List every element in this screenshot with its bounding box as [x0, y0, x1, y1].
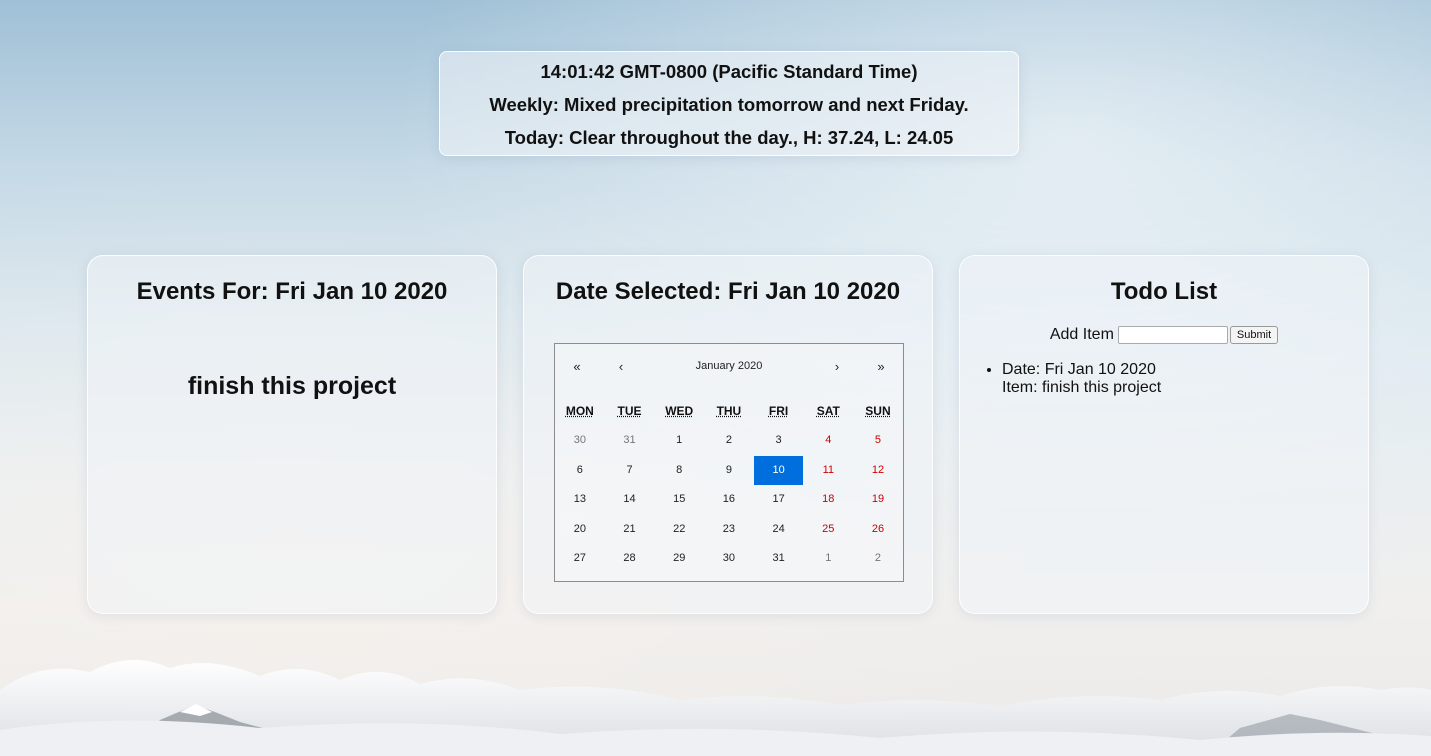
weekday-label: SUN	[865, 404, 891, 418]
calendar-month-label[interactable]: January 2020	[643, 360, 815, 372]
calendar-day[interactable]: 29	[654, 544, 704, 574]
calendar-day[interactable]: 12	[853, 456, 903, 486]
calendar-widget: « ‹ January 2020 › » MON TUE WED THU FRI SAT S…	[554, 343, 904, 582]
calendar-day[interactable]: 16	[704, 485, 754, 515]
calendar-day[interactable]: 20	[555, 515, 605, 545]
calendar-day[interactable]: 24	[754, 515, 804, 545]
calendar-card: Date Selected: Fri Jan 10 2020 « ‹ Janua…	[523, 255, 933, 614]
submit-button[interactable]: Submit	[1229, 326, 1279, 344]
today-forecast: Today: Clear throughout the day., H: 37.…	[504, 127, 954, 148]
calendar-day[interactable]: 3	[754, 426, 804, 456]
todo-form: Add Item Submit	[960, 326, 1368, 344]
weekday-label: WED	[665, 404, 694, 418]
calendar-day[interactable]: 2	[704, 426, 754, 456]
calendar-day[interactable]: 26	[853, 515, 903, 545]
todo-item-date: Date: Fri Jan 10 2020	[1002, 361, 1156, 378]
weekday-label: TUE	[617, 404, 642, 418]
todo-item-text: Item: finish this project	[1002, 379, 1162, 396]
weather-info-panel: 14:01:42 GMT-0800 (Pacific Standard Time…	[439, 51, 1019, 156]
todo-list: Date: Fri Jan 10 2020Item: finish this p…	[960, 361, 1368, 397]
date-selected-title: Date Selected: Fri Jan 10 2020	[555, 278, 901, 305]
calendar-day[interactable]: 19	[853, 485, 903, 515]
calendar-day[interactable]: 30	[555, 426, 605, 456]
calendar-day[interactable]: 9	[704, 456, 754, 486]
calendar-day[interactable]: 28	[605, 544, 655, 574]
calendar-day[interactable]: 11	[803, 456, 853, 486]
calendar-day[interactable]: 22	[654, 515, 704, 545]
calendar-day[interactable]: 17	[754, 485, 804, 515]
calendar-day[interactable]: 21	[605, 515, 655, 545]
events-card: Events For: Fri Jan 10 2020 finish this …	[87, 255, 497, 614]
calendar-day[interactable]: 13	[555, 485, 605, 515]
weekday-label: SAT	[816, 404, 840, 418]
add-item-input[interactable]	[1117, 326, 1228, 344]
calendar-day[interactable]: 1	[654, 426, 704, 456]
todo-title: Todo List	[1110, 278, 1218, 305]
calendar-day[interactable]: 15	[654, 485, 704, 515]
calendar-day-grid: 30 31 1 2 3 4 5 6 7 8 9 10 11 12 13 14 15 16 17 18 19 20 21 22 2…	[555, 426, 903, 574]
calendar-day[interactable]: 23	[704, 515, 754, 545]
todo-card: Todo List Add Item Submit Date: Fri Jan …	[959, 255, 1369, 614]
calendar-day[interactable]: 5	[853, 426, 903, 456]
calendar-navigation: « ‹ January 2020 › »	[555, 344, 903, 388]
calendar-day[interactable]: 7	[605, 456, 655, 486]
current-time: 14:01:42 GMT-0800 (Pacific Standard Time…	[540, 61, 918, 82]
calendar-day[interactable]: 6	[555, 456, 605, 486]
calendar-day[interactable]: 31	[754, 544, 804, 574]
prev-month-button[interactable]: ‹	[599, 359, 643, 374]
calendar-day[interactable]: 25	[803, 515, 853, 545]
events-title: Events For: Fri Jan 10 2020	[136, 278, 448, 305]
weekday-label: THU	[716, 404, 742, 418]
next-year-button[interactable]: »	[859, 359, 903, 374]
calendar-day[interactable]: 30	[704, 544, 754, 574]
calendar-day[interactable]: 31	[605, 426, 655, 456]
calendar-day[interactable]: 8	[654, 456, 704, 486]
calendar-day[interactable]: 1	[803, 544, 853, 574]
next-month-button[interactable]: ›	[815, 359, 859, 374]
add-item-label: Add Item	[1049, 326, 1114, 343]
todo-list-item: Date: Fri Jan 10 2020Item: finish this p…	[1002, 361, 1368, 397]
weekly-forecast: Weekly: Mixed precipitation tomorrow and…	[489, 94, 969, 115]
weekday-label: MON	[565, 404, 594, 418]
event-item: finish this project	[187, 372, 397, 400]
calendar-day[interactable]: 14	[605, 485, 655, 515]
calendar-weekday-header: MON TUE WED THU FRI SAT SUN	[555, 404, 903, 418]
calendar-day-selected[interactable]: 10	[753, 455, 804, 486]
calendar-day[interactable]: 27	[555, 544, 605, 574]
calendar-day[interactable]: 4	[803, 426, 853, 456]
calendar-day[interactable]: 2	[853, 544, 903, 574]
weekday-label: FRI	[768, 404, 789, 418]
calendar-day[interactable]: 18	[803, 485, 853, 515]
prev-year-button[interactable]: «	[555, 359, 599, 374]
